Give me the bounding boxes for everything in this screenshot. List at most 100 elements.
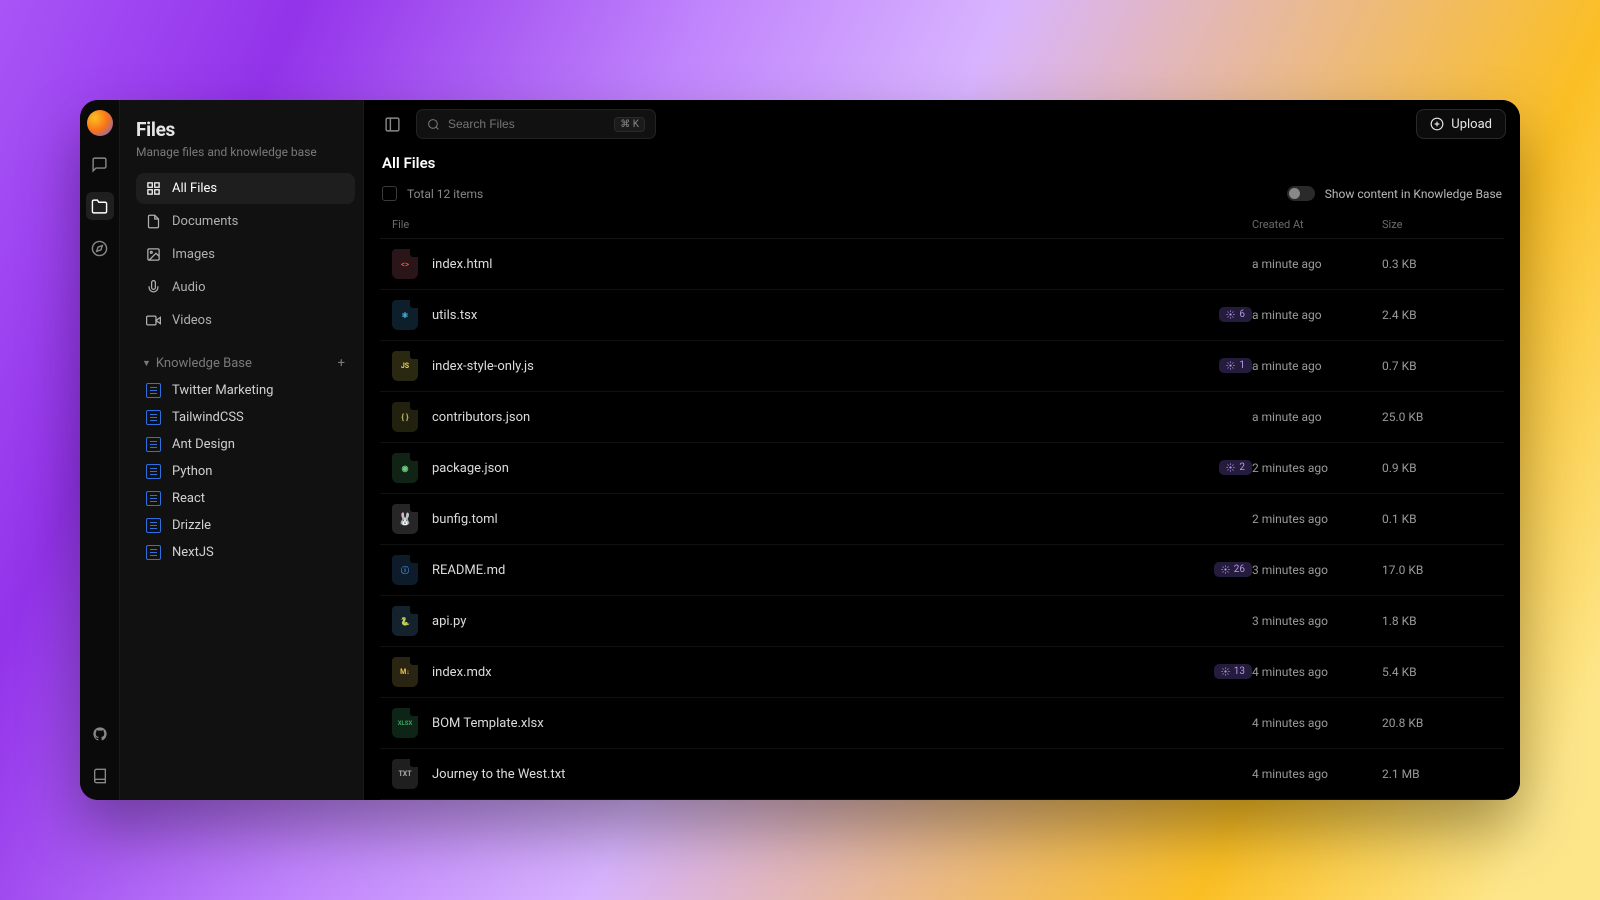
doc-icon	[146, 437, 161, 452]
search-kbd: ⌘ K	[614, 117, 645, 132]
table-row[interactable]: JSindex-style-only.js1a minute ago0.7 KB	[380, 341, 1504, 392]
chevron-down-icon[interactable]: ▼	[142, 358, 151, 369]
search-field[interactable]: ⌘ K	[416, 109, 656, 139]
file-icon: 🐰	[392, 504, 418, 534]
kb-label: Python	[172, 464, 212, 479]
file-name: index.html	[432, 257, 492, 272]
kb-label: Twitter Marketing	[172, 383, 273, 398]
doc-icon	[146, 491, 161, 506]
search-input[interactable]	[448, 117, 606, 131]
kb-item-twitter-marketing[interactable]: Twitter Marketing	[136, 377, 355, 404]
kb-label: Ant Design	[172, 437, 235, 452]
topbar: ⌘ K Upload	[364, 100, 1520, 148]
sidebar: Files Manage files and knowledge base Al…	[120, 100, 364, 800]
sidebar-item-all-files[interactable]: All Files	[136, 173, 355, 204]
usage-badge: 13	[1214, 664, 1252, 679]
kb-label: NextJS	[172, 545, 214, 560]
file-size: 0.9 KB	[1382, 461, 1492, 475]
doc-icon	[146, 518, 161, 533]
collapse-sidebar-button[interactable]	[378, 110, 406, 138]
file-name: utils.tsx	[432, 308, 477, 323]
book-icon[interactable]	[86, 762, 114, 790]
left-rail	[80, 100, 120, 800]
kb-item-tailwindcss[interactable]: TailwindCSS	[136, 404, 355, 431]
kb-item-drizzle[interactable]: Drizzle	[136, 512, 355, 539]
file-icon: JS	[392, 351, 418, 381]
search-icon	[427, 118, 440, 131]
video-icon	[146, 313, 161, 328]
file-created: 2 minutes ago	[1252, 461, 1382, 475]
chat-icon[interactable]	[86, 150, 114, 178]
table-header: File Created At Size	[380, 211, 1504, 239]
kb-label: TailwindCSS	[172, 410, 244, 425]
avatar[interactable]	[87, 110, 113, 136]
image-icon	[146, 247, 161, 262]
file-name: contributors.json	[432, 410, 530, 425]
kb-item-python[interactable]: Python	[136, 458, 355, 485]
file-icon: ⓘ	[392, 555, 418, 585]
grid-icon	[146, 181, 161, 196]
file-icon: <>	[392, 249, 418, 279]
table-row[interactable]: TXT Journey to the West.txt 4 minutes ago2…	[380, 749, 1504, 800]
app-window: Files Manage files and knowledge base Al…	[80, 100, 1520, 800]
table-row[interactable]: ⓘ README.md 263 minutes ago17.0 KB	[380, 545, 1504, 596]
plus-icon[interactable]: +	[338, 356, 345, 371]
table-row[interactable]: XLSXBOM Template.xlsx4 minutes ago20.8 K…	[380, 698, 1504, 749]
kb-header: ▼ Knowledge Base +	[136, 348, 355, 377]
sidebar-item-documents[interactable]: Documents	[136, 206, 355, 237]
sidebar-title: Files	[136, 118, 355, 141]
kb-item-react[interactable]: React	[136, 485, 355, 512]
kb-toggle[interactable]	[1287, 186, 1315, 201]
file-size: 17.0 KB	[1382, 563, 1492, 577]
upload-button[interactable]: Upload	[1416, 109, 1506, 139]
table-row[interactable]: 🐍api.py3 minutes ago1.8 KB	[380, 596, 1504, 647]
github-icon[interactable]	[86, 720, 114, 748]
file-created: 4 minutes ago	[1252, 716, 1382, 730]
nav-label: Videos	[172, 313, 212, 328]
usage-badge: 6	[1219, 307, 1252, 322]
table-row[interactable]: { }contributors.jsona minute ago25.0 KB	[380, 392, 1504, 443]
file-created: a minute ago	[1252, 257, 1382, 271]
file-icon: TXT	[392, 759, 418, 789]
sidebar-item-videos[interactable]: Videos	[136, 305, 355, 336]
toolbar-row: Total 12 items Show content in Knowledge…	[380, 186, 1504, 211]
kb-label: Drizzle	[172, 518, 211, 533]
compass-icon[interactable]	[86, 234, 114, 262]
table-row[interactable]: ◉ package.json 22 minutes ago0.9 KB	[380, 443, 1504, 494]
file-size: 2.1 MB	[1382, 767, 1492, 781]
file-name: package.json	[432, 461, 509, 476]
file-size: 20.8 KB	[1382, 716, 1492, 730]
file-icon: ◉	[392, 453, 418, 483]
file-icon: 🐍	[392, 606, 418, 636]
usage-badge: 2	[1219, 460, 1252, 475]
file-name: index-style-only.js	[432, 359, 534, 374]
sidebar-item-audio[interactable]: Audio	[136, 272, 355, 303]
folder-icon[interactable]	[86, 192, 114, 220]
table-body: <>index.htmla minute ago0.3 KB⚛utils.tsx…	[380, 239, 1504, 800]
doc-icon	[146, 410, 161, 425]
file-icon: { }	[392, 402, 418, 432]
file-size: 0.7 KB	[1382, 359, 1492, 373]
col-size: Size	[1382, 218, 1492, 231]
table-row[interactable]: 🐰bunfig.toml2 minutes ago0.1 KB	[380, 494, 1504, 545]
file-icon: M↓	[392, 657, 418, 687]
file-name: BOM Template.xlsx	[432, 716, 544, 731]
file-created: 3 minutes ago	[1252, 563, 1382, 577]
file-name: api.py	[432, 614, 466, 629]
table-row[interactable]: <> index.html a minute ago0.3 KB	[380, 239, 1504, 290]
table-row[interactable]: ⚛utils.tsx6a minute ago2.4 KB	[380, 290, 1504, 341]
sidebar-item-images[interactable]: Images	[136, 239, 355, 270]
plus-circle-icon	[1430, 117, 1444, 131]
file-size: 0.3 KB	[1382, 257, 1492, 271]
file-name: Journey to the West.txt	[432, 767, 565, 782]
file-created: 4 minutes ago	[1252, 767, 1382, 781]
kb-label: React	[172, 491, 205, 506]
file-name: README.md	[432, 563, 505, 578]
usage-badge: 26	[1214, 562, 1252, 577]
select-all-checkbox[interactable]	[382, 186, 397, 201]
table-row[interactable]: M↓index.mdx134 minutes ago5.4 KB	[380, 647, 1504, 698]
kb-toggle-label: Show content in Knowledge Base	[1325, 187, 1502, 201]
audio-icon	[146, 280, 161, 295]
kb-item-nextjs[interactable]: NextJS	[136, 539, 355, 566]
kb-item-ant-design[interactable]: Ant Design	[136, 431, 355, 458]
